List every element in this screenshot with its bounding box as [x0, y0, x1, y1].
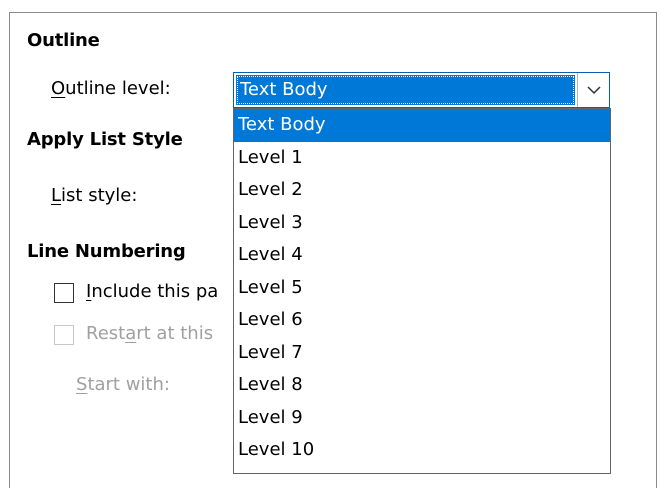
- dropdown-toggle-button[interactable]: [577, 73, 609, 107]
- line-numbering-heading: Line Numbering: [27, 241, 186, 262]
- dropdown-option[interactable]: Level 3: [234, 207, 610, 240]
- restart-numbering-label: Restart at this: [86, 323, 214, 344]
- dropdown-option[interactable]: Level 10: [234, 434, 610, 467]
- restart-numbering-checkbox[interactable]: [54, 325, 74, 345]
- outline-level-selected-value[interactable]: Text Body: [236, 75, 575, 105]
- dropdown-option[interactable]: Level 6: [234, 304, 610, 337]
- start-with-label: Start with:: [76, 374, 170, 395]
- apply-list-style-heading: Apply List Style: [27, 129, 183, 150]
- dropdown-option[interactable]: Level 1: [234, 142, 610, 175]
- outline-level-dropdown-list[interactable]: Text Body Level 1 Level 2 Level 3 Level 4 Lev…: [233, 108, 611, 474]
- list-style-label: List style:: [51, 185, 138, 206]
- dropdown-option[interactable]: Level 4: [234, 239, 610, 272]
- outline-level-label: Outline level:: [51, 78, 171, 99]
- dropdown-option[interactable]: Level 5: [234, 272, 610, 305]
- outline-level-combobox[interactable]: Text Body: [233, 72, 610, 108]
- dropdown-option[interactable]: Text Body: [234, 109, 610, 142]
- dropdown-option[interactable]: Level 8: [234, 369, 610, 402]
- include-line-numbering-label[interactable]: Include this pa: [86, 281, 218, 302]
- dropdown-option[interactable]: Level 7: [234, 337, 610, 370]
- dropdown-option[interactable]: Level 2: [234, 174, 610, 207]
- dropdown-option[interactable]: Level 9: [234, 402, 610, 435]
- chevron-down-icon: [586, 85, 601, 94]
- outline-heading: Outline: [27, 30, 100, 51]
- include-line-numbering-checkbox[interactable]: [54, 283, 74, 303]
